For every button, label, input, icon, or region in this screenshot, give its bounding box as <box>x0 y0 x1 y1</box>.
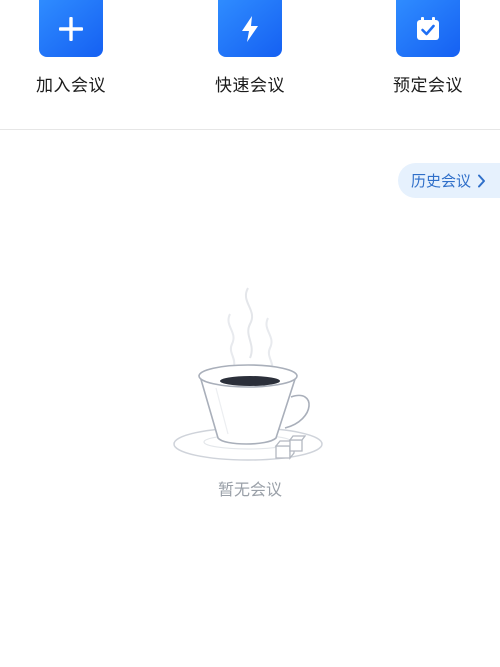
meetings-page: 加入会议 快速会议 预定会议 历史会议 暂无会议 <box>0 0 500 667</box>
lightning-icon <box>218 0 282 57</box>
schedule-meeting-button[interactable]: 预定会议 <box>373 0 483 110</box>
calendar-check-icon <box>396 0 460 57</box>
chevron-right-icon <box>477 174 486 188</box>
quick-meeting-button[interactable]: 快速会议 <box>195 0 305 110</box>
coffee-cup-illustration <box>168 280 336 470</box>
meeting-history-label: 历史会议 <box>411 171 472 190</box>
section-divider <box>0 129 500 130</box>
quick-meeting-label: 快速会议 <box>215 76 285 96</box>
empty-state-text: 暂无会议 <box>217 480 282 499</box>
plus-icon <box>39 0 103 57</box>
join-meeting-button[interactable]: 加入会议 <box>16 0 126 110</box>
join-meeting-label: 加入会议 <box>36 76 106 96</box>
schedule-meeting-label: 预定会议 <box>393 76 463 96</box>
meeting-history-button[interactable]: 历史会议 <box>398 163 500 198</box>
quick-actions: 加入会议 快速会议 预定会议 <box>0 0 500 130</box>
